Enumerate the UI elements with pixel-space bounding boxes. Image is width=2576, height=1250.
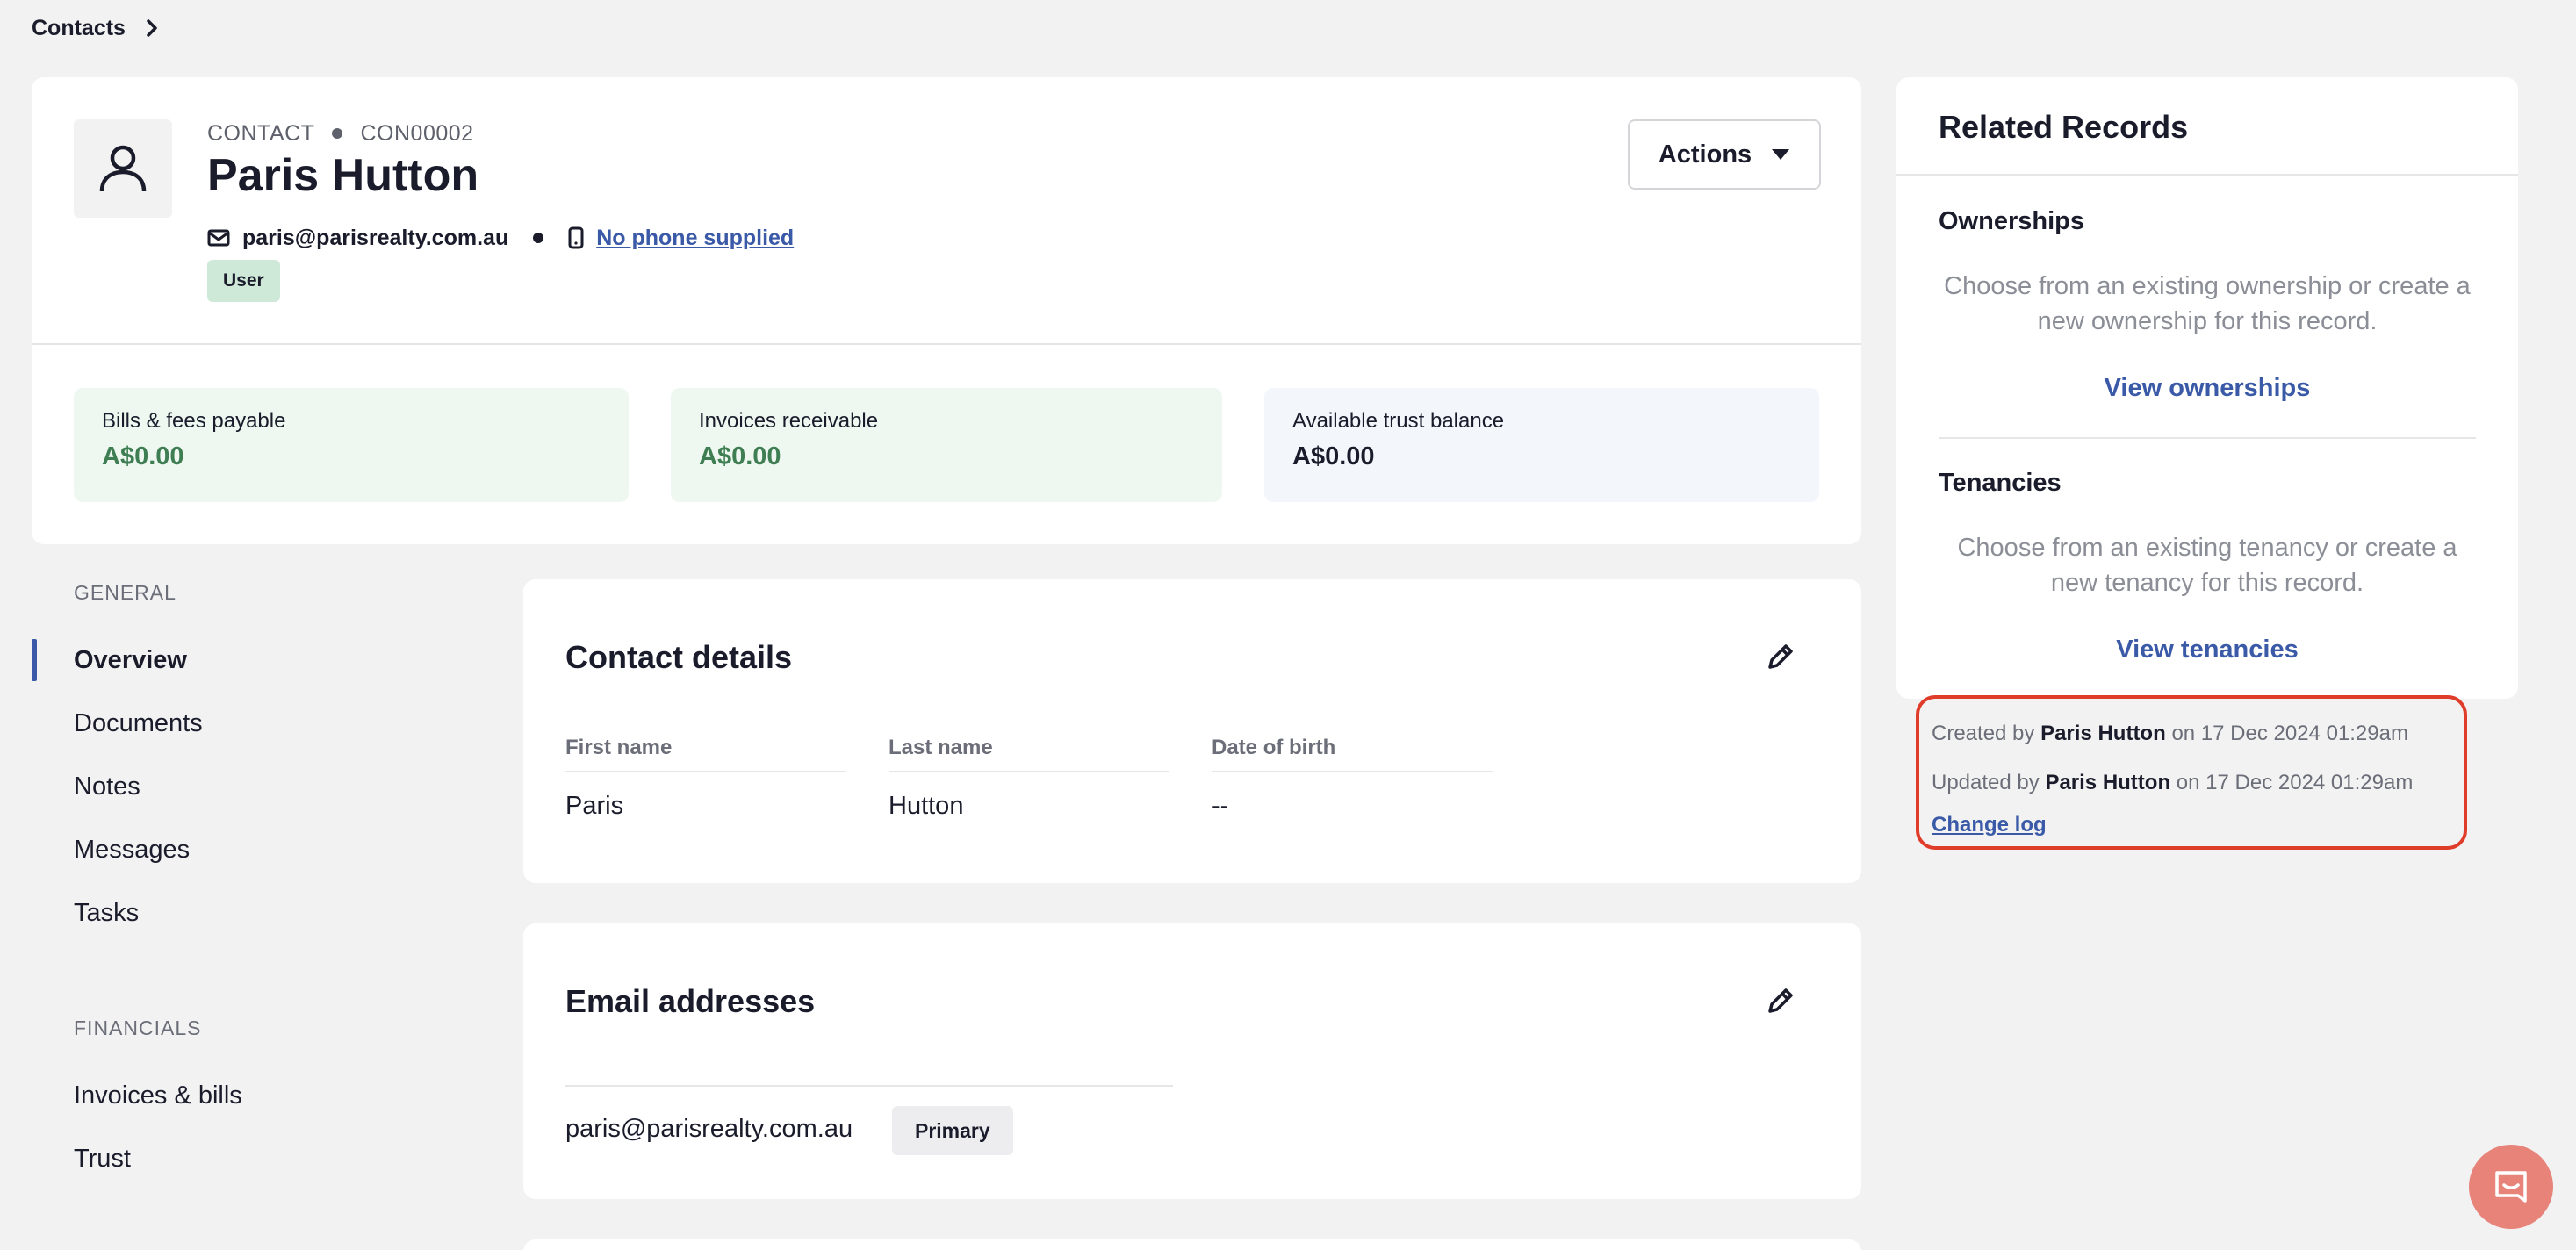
stat-label: Invoices receivable xyxy=(699,409,879,433)
view-ownerships-link[interactable]: View ownerships xyxy=(1939,374,2476,403)
breadcrumb: Contacts xyxy=(32,12,162,44)
contact-email: paris@parisrealty.com.au xyxy=(242,225,509,250)
dob-value: -- xyxy=(1212,792,1229,820)
tenancies-text: Choose from an existing tenancy or creat… xyxy=(1957,534,2457,597)
stat-value: A$0.00 xyxy=(1292,442,1375,471)
nav-item-tasks[interactable]: Tasks xyxy=(74,899,139,928)
view-tenancies-link[interactable]: View tenancies xyxy=(1939,636,2476,665)
pencil-icon[interactable] xyxy=(1763,983,1798,1018)
stat-trust-balance: Available trust balance A$0.00 xyxy=(1264,388,1819,502)
stat-label: Bills & fees payable xyxy=(102,409,286,433)
caret-down-icon xyxy=(1772,149,1790,160)
audit-info: Created by Paris Hutton on 17 Dec 2024 0… xyxy=(1916,695,2467,850)
user-icon xyxy=(99,145,147,192)
email-addresses-card: Email addresses paris@parisrealty.com.au… xyxy=(523,923,1861,1199)
ownerships-title: Ownerships xyxy=(1939,207,2084,235)
nav-item-trust[interactable]: Trust xyxy=(74,1145,131,1174)
related-records-title: Related Records xyxy=(1939,109,2189,145)
contact-info-line: paris@parisrealty.com.au No phone suppli… xyxy=(207,218,794,258)
updated-line: Updated by Paris Hutton on 17 Dec 2024 0… xyxy=(1932,758,2451,808)
chat-button[interactable] xyxy=(2469,1145,2553,1229)
last-name-value: Hutton xyxy=(889,792,964,820)
nav-item-documents[interactable]: Documents xyxy=(74,709,203,738)
change-log-line: Change log xyxy=(1932,808,2451,843)
change-log-link[interactable]: Change log xyxy=(1932,813,2047,837)
nav-section-financials: FINANCIALS xyxy=(74,1017,202,1039)
breadcrumb-contacts-link[interactable]: Contacts xyxy=(32,16,126,41)
pencil-icon[interactable] xyxy=(1763,639,1798,674)
separator-dot xyxy=(332,128,343,139)
separator-dot xyxy=(533,233,544,243)
nav-item-overview[interactable]: Overview xyxy=(74,646,187,675)
nav-item-messages[interactable]: Messages xyxy=(74,836,190,865)
phone-link[interactable]: No phone supplied xyxy=(596,226,794,251)
email-divider xyxy=(565,1085,1173,1087)
chat-icon xyxy=(2495,1171,2527,1203)
related-divider xyxy=(1896,174,2518,176)
actions-button[interactable]: Actions xyxy=(1628,119,1821,190)
created-by: Paris Hutton xyxy=(2040,722,2166,745)
created-line: Created by Paris Hutton on 17 Dec 2024 0… xyxy=(1932,709,2451,758)
contact-details-title: Contact details xyxy=(565,639,793,675)
contact-meta: CONTACT CON00002 xyxy=(207,118,474,149)
mobile-phone-icon xyxy=(568,226,584,249)
nav-active-marker xyxy=(32,639,37,681)
updated-prefix: Updated by xyxy=(1932,771,2040,794)
created-prefix: Created by xyxy=(1932,722,2035,745)
last-name-label: Last name xyxy=(889,736,1169,772)
chevron-right-icon xyxy=(147,19,157,37)
record-type-label: CONTACT xyxy=(207,120,315,146)
stat-value: A$0.00 xyxy=(102,442,184,471)
envelope-icon xyxy=(207,229,230,247)
related-sub-divider xyxy=(1939,437,2476,439)
contact-header-card: CONTACT CON00002 Paris Hutton paris@pari… xyxy=(32,77,1861,544)
ownerships-text: Choose from an existing ownership or cre… xyxy=(1944,272,2471,335)
header-divider xyxy=(32,343,1861,345)
updated-on: on 17 Dec 2024 01:29am xyxy=(2176,771,2414,794)
updated-by: Paris Hutton xyxy=(2045,771,2171,794)
email-value: paris@parisrealty.com.au xyxy=(565,1115,853,1143)
nav-section-general: GENERAL xyxy=(74,581,176,604)
stat-invoices-receivable: Invoices receivable A$0.00 xyxy=(671,388,1222,502)
email-addresses-title: Email addresses xyxy=(565,983,816,1019)
first-name-value: Paris xyxy=(565,792,624,820)
dob-label: Date of birth xyxy=(1212,736,1493,772)
created-on: on 17 Dec 2024 01:29am xyxy=(2171,722,2408,745)
first-name-label: First name xyxy=(565,736,846,772)
tenancies-title: Tenancies xyxy=(1939,469,2062,497)
contact-details-card: Contact details First name Last name Dat… xyxy=(523,579,1861,883)
related-records-panel: Related Records Ownerships Choose from a… xyxy=(1896,77,2518,699)
actions-label: Actions xyxy=(1658,140,1752,169)
next-card xyxy=(523,1239,1861,1250)
stat-value: A$0.00 xyxy=(699,442,781,471)
stat-bills-payable: Bills & fees payable A$0.00 xyxy=(74,388,629,502)
nav-item-notes[interactable]: Notes xyxy=(74,772,140,801)
record-code: CON00002 xyxy=(360,120,474,146)
primary-badge: Primary xyxy=(892,1106,1013,1155)
avatar xyxy=(74,119,172,218)
page-title: Paris Hutton xyxy=(207,150,479,201)
role-badge: User xyxy=(207,260,280,302)
stat-label: Available trust balance xyxy=(1292,409,1505,433)
nav-item-invoices-bills[interactable]: Invoices & bills xyxy=(74,1081,242,1110)
